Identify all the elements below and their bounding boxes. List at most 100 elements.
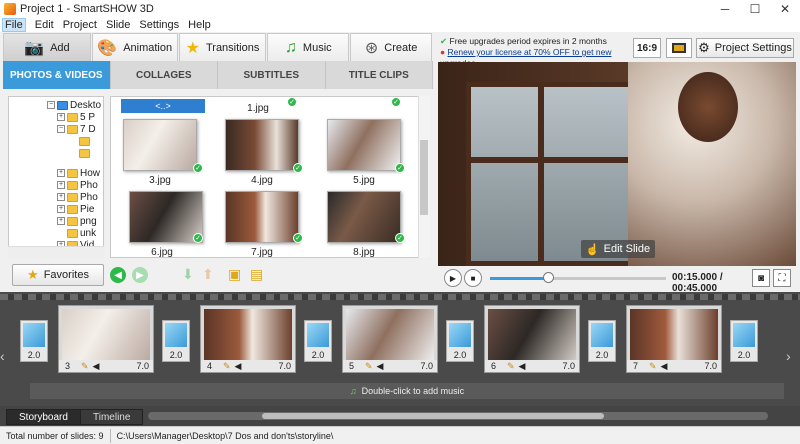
tab-timeline[interactable]: Timeline [80, 409, 144, 425]
tab-add[interactable]: 📷 Add [3, 33, 91, 61]
tab-storyboard[interactable]: Storyboard [6, 409, 81, 425]
transition-item[interactable]: 2.0 [162, 320, 190, 362]
menu-file[interactable]: File [2, 18, 26, 32]
snapshot-button[interactable]: ◙ [752, 269, 770, 287]
slide-thumbnail [204, 309, 292, 363]
collapse-icon[interactable]: − [47, 101, 55, 109]
menu-edit[interactable]: Edit [35, 19, 54, 31]
expand-icon[interactable]: + [57, 181, 65, 189]
menu-settings[interactable]: Settings [139, 19, 179, 31]
aspect-ratio-button[interactable]: 16:9 [633, 38, 661, 58]
tab-animation[interactable]: 🎨 Animation [91, 33, 178, 61]
subtab-title-clips[interactable]: TITLE CLIPS [326, 61, 433, 89]
pencil-icon[interactable]: ✎ [365, 361, 373, 372]
tree-item[interactable]: + Pie [57, 203, 94, 215]
slide-item[interactable]: 7 ✎ ◀ 7.0 [626, 305, 722, 373]
pencil-icon[interactable]: ✎ [649, 361, 657, 372]
main-tabs: 📷 Add 🎨 Animation ★ Transitions ♫ Music … [3, 33, 433, 61]
tree-item[interactable]: + How [57, 167, 100, 179]
tree-item[interactable]: − Deskto [47, 99, 101, 111]
project-settings-button[interactable]: ⚙ Project Settings [696, 38, 794, 58]
folder-icon [79, 136, 90, 146]
tree-item[interactable]: − 7 D [57, 123, 96, 135]
music-track[interactable]: ♫ Double-click to add music [30, 383, 784, 399]
menu-project[interactable]: Project [63, 19, 97, 31]
photo-thumbnail[interactable] [123, 119, 197, 171]
transition-thumbnail [165, 323, 187, 347]
speaker-icon[interactable]: ◀ [235, 361, 242, 372]
expand-icon[interactable]: + [57, 113, 65, 121]
slide-item[interactable]: 3 ✎ ◀ 7.0 [58, 305, 154, 373]
tree-item[interactable] [79, 147, 92, 159]
pencil-icon[interactable]: ✎ [81, 361, 89, 372]
expand-icon[interactable]: + [57, 193, 65, 201]
gear-icon: ⚙ [698, 40, 710, 55]
tree-item[interactable]: +5 P [57, 111, 95, 123]
play-button[interactable]: ▶ [444, 269, 462, 287]
menu-slide[interactable]: Slide [106, 19, 130, 31]
scroll-left-icon[interactable]: ‹ [0, 348, 5, 364]
progress-knob[interactable] [543, 272, 555, 283]
slide-item[interactable]: 6 ✎ ◀ 7.0 [484, 305, 580, 373]
transition-item[interactable]: 2.0 [730, 320, 758, 362]
transition-item[interactable]: 2.0 [20, 320, 48, 362]
edit-slide-button[interactable]: ☝ Edit Slide [581, 240, 655, 258]
maximize-button[interactable]: ☐ [740, 0, 770, 18]
folder-up-icon[interactable]: ▣ [228, 266, 241, 283]
back-icon[interactable]: ◀ [110, 267, 126, 283]
subtab-photos-videos[interactable]: PHOTOS & VIDEOS [3, 61, 111, 89]
slide-item[interactable]: 5 ✎ ◀ 7.0 [342, 305, 438, 373]
collapse-icon[interactable]: − [57, 125, 65, 133]
tree-item[interactable] [79, 135, 92, 147]
tree-item-label: unk [80, 227, 97, 239]
favorites-button[interactable]: ★ Favorites [12, 264, 104, 286]
close-button[interactable]: ✕ [770, 0, 800, 18]
tree-item[interactable]: unk [67, 227, 96, 239]
transition-item[interactable]: 2.0 [588, 320, 616, 362]
menu-help[interactable]: Help [188, 19, 211, 31]
speaker-icon[interactable]: ◀ [519, 361, 526, 372]
expand-icon[interactable]: + [57, 205, 65, 213]
tab-transitions[interactable]: ★ Transitions [178, 33, 267, 61]
parent-folder-item[interactable]: <..> [121, 99, 205, 113]
film-strip-button[interactable] [666, 38, 692, 58]
tree-horizontal-scrollbar[interactable] [8, 246, 104, 258]
transition-item[interactable]: 2.0 [446, 320, 474, 362]
pencil-icon[interactable]: ✎ [507, 361, 515, 372]
arrow-down-icon[interactable]: ⬇ [182, 266, 194, 283]
photo-thumbnail[interactable] [327, 191, 401, 243]
transition-thumbnail [307, 323, 329, 347]
tree-item[interactable]: + Pho [57, 191, 98, 203]
scrollbar-thumb[interactable] [420, 140, 428, 215]
stop-button[interactable]: ■ [464, 269, 482, 287]
pencil-icon[interactable]: ✎ [223, 361, 231, 372]
tree-item[interactable]: + Pho [57, 179, 98, 191]
subtab-subtitles[interactable]: SUBTITLES [218, 61, 326, 89]
speaker-icon[interactable]: ◀ [93, 361, 100, 372]
slide-item[interactable]: 4 ✎ ◀ 7.0 [200, 305, 296, 373]
photo-thumbnail[interactable] [225, 119, 299, 171]
tab-create[interactable]: ⊛ Create [350, 33, 433, 61]
speaker-icon[interactable]: ◀ [661, 361, 668, 372]
arrow-up-icon[interactable]: ⬆ [202, 266, 214, 283]
expand-icon[interactable]: + [57, 217, 65, 225]
folder-add-icon[interactable]: ▤ [250, 266, 263, 283]
transition-item[interactable]: 2.0 [304, 320, 332, 362]
photo-thumbnail[interactable] [129, 191, 203, 243]
scroll-right-icon[interactable]: › [786, 348, 791, 364]
photo-thumbnail[interactable] [225, 191, 299, 243]
folder-tree[interactable]: − Deskto +5 P − 7 D + How + Pho + Pho + Pie + p… [8, 96, 104, 258]
speaker-icon[interactable]: ◀ [377, 361, 384, 372]
expand-icon[interactable]: + [57, 169, 65, 177]
check-icon: ✓ [287, 97, 297, 107]
fullscreen-button[interactable]: ⛶ [773, 269, 791, 287]
subtab-collages[interactable]: COLLAGES [111, 61, 218, 89]
slide-preview[interactable] [438, 62, 796, 266]
palette-icon: 🎨 [97, 39, 118, 57]
storyboard-scroll-thumb[interactable] [262, 413, 604, 419]
photo-thumbnail[interactable] [327, 119, 401, 171]
forward-icon[interactable]: ▶ [132, 267, 148, 283]
tab-music[interactable]: ♫ Music [267, 33, 350, 61]
minimize-button[interactable]: ─ [710, 0, 740, 18]
tree-item[interactable]: + png [57, 215, 97, 227]
